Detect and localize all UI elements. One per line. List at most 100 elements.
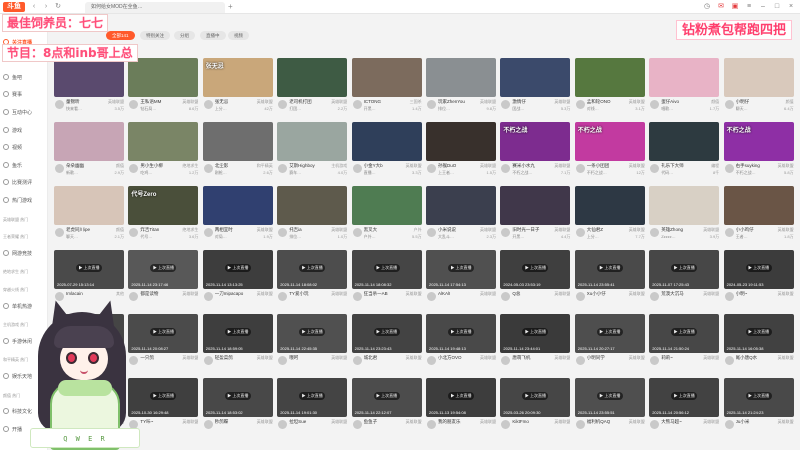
stream-thumbnail[interactable] — [202, 122, 273, 161]
stream-thumbnail[interactable] — [723, 58, 794, 97]
stream-card[interactable]: 托吉ia 英雄联盟 排位… 1.0万 — [277, 186, 348, 247]
stream-card[interactable]: 旧时光一日子 英雄联盟 开黑… 4.4万 — [500, 186, 571, 247]
sidebar-item[interactable]: 王者荣耀 热门 — [3, 231, 47, 242]
streamer-name[interactable]: 朵朵幽幽 — [66, 163, 102, 169]
stream-thumbnail[interactable] — [54, 186, 124, 225]
streamer-name[interactable]: 张无忌 — [215, 99, 251, 105]
streamer-avatar[interactable] — [427, 164, 436, 173]
stream-card[interactable]: ▶ 上次直播 2025-11-14 13:13:25 一刀mipacapo 英雄联盟 — [202, 250, 273, 311]
streamer-avatar[interactable] — [352, 292, 362, 301]
streamer-name[interactable]: 童锦昕 — [66, 99, 102, 105]
stream-card[interactable]: 艾斯Highboy 主机游戏 赛车… 4.0万 — [277, 122, 348, 183]
streamer-name[interactable]: 黑叉大 — [364, 227, 400, 233]
streamer-avatar[interactable] — [575, 356, 585, 365]
streamer-avatar[interactable] — [724, 100, 734, 109]
stream-card[interactable]: ▶ 上次直播 2025-11-07 17:25:43 荒漠大沉马 英雄联盟 — [649, 250, 720, 311]
stream-card[interactable]: 礼乐下大师 编程 代码… 8千 — [649, 122, 720, 183]
back-icon[interactable]: ‹ — [30, 3, 38, 11]
stream-card[interactable]: 不朽之战 赛米小水九 英雄联盟 不朽之战… 7.1万 — [500, 122, 571, 183]
stream-card[interactable]: 张无忌 张无忌 英雄联盟 上分… 42万 — [202, 58, 273, 119]
stream-thumbnail[interactable]: ▶ 上次直播 2025-11-14 23:17:46 — [128, 250, 199, 289]
streamer-avatar[interactable] — [575, 100, 585, 109]
stream-thumbnail[interactable]: ▶ 上次直播 2024-05-23 19:11:53 — [723, 250, 794, 289]
stream-thumbnail[interactable]: ▶ 上次直播 2025-11-14 21:50:24 — [649, 314, 720, 353]
gift-icon[interactable]: ▣ — [730, 2, 740, 12]
streamer-avatar[interactable] — [203, 228, 213, 237]
streamer-name[interactable]: 两相宜时 — [215, 227, 251, 233]
stream-card[interactable]: 男小生小柳 绝地求生 吃鸡… 1.2万 — [128, 122, 199, 183]
streamer-name[interactable]: TY咔~ — [140, 419, 176, 425]
streamer-avatar[interactable] — [501, 420, 511, 429]
stream-card[interactable]: ▶ 上次直播 2025-11-14 16:05:38 尾小唐Q水 英雄联盟 — [723, 314, 794, 375]
sidebar-item[interactable]: 赛事 — [3, 90, 47, 101]
sidebar-item[interactable]: 比赛测评 — [3, 178, 47, 189]
streamer-name[interactable]: 小北方OVO — [438, 355, 474, 361]
streamer-avatar[interactable] — [650, 356, 660, 365]
streamer-name[interactable]: 小明仔 — [736, 99, 772, 105]
streamer-avatar[interactable] — [650, 100, 660, 109]
stream-thumbnail[interactable] — [649, 58, 720, 97]
stream-thumbnail[interactable]: ▶ 上次直播 2025-11-07 17:25:43 — [649, 250, 720, 289]
streamer-name[interactable]: 孙猴DuO — [438, 163, 474, 169]
filter-tab[interactable]: 直播中 — [200, 31, 226, 40]
stream-thumbnail[interactable]: ▶ 上次直播 2025-11-14 23:55:51 — [574, 378, 645, 417]
streamer-avatar[interactable] — [203, 420, 213, 429]
streamer-name[interactable]: TY爱小玩 — [289, 291, 325, 297]
streamer-avatar[interactable] — [427, 100, 436, 109]
streamer-name[interactable]: 礼乐下大师 — [661, 163, 697, 169]
stream-card[interactable]: ▶ 上次直播 2024-05-03 23:53:19 Q总 英雄联盟 — [500, 250, 571, 311]
streamer-avatar[interactable] — [724, 292, 734, 301]
stream-card[interactable]: 激情仔 英雄联盟 团战… 5.3万 — [500, 58, 571, 119]
stream-thumbnail[interactable] — [277, 122, 348, 161]
stream-thumbnail[interactable]: 代号Zero — [128, 186, 199, 225]
filter-tab[interactable]: 特别关注 — [140, 31, 170, 40]
streamer-avatar[interactable] — [501, 356, 511, 365]
stream-thumbnail[interactable] — [649, 122, 720, 161]
stream-thumbnail[interactable]: 张无忌 — [202, 58, 273, 97]
streamer-avatar[interactable] — [575, 420, 585, 429]
stream-card[interactable]: 代号Zero 炸吉Titan 绝地求生 代号… 3.6万 — [128, 186, 199, 247]
stream-thumbnail[interactable] — [351, 186, 422, 225]
streamer-avatar[interactable] — [352, 420, 362, 429]
stream-thumbnail[interactable]: ▶ 上次直播 2025-11-14 18:53:02 — [202, 378, 273, 417]
sidebar-item[interactable]: 视频 — [3, 143, 47, 154]
stream-thumbnail[interactable]: ▶ 上次直播 2025-07-29 15:13:14 — [54, 250, 124, 289]
streamer-avatar[interactable] — [427, 356, 436, 365]
sidebar-item[interactable]: 游戏 — [3, 126, 47, 137]
streamer-avatar[interactable] — [129, 228, 139, 237]
streamer-avatar[interactable] — [501, 100, 511, 109]
streamer-name[interactable]: 小米说说 — [438, 227, 474, 233]
streamer-name[interactable]: ICTONG — [364, 99, 400, 105]
streamer-name[interactable]: 王私语MM — [140, 99, 176, 105]
streamer-avatar[interactable] — [650, 292, 660, 301]
streamer-avatar[interactable] — [203, 100, 213, 109]
streamer-name[interactable]: 轻盈菜鸽 — [215, 355, 251, 361]
streamer-avatar[interactable] — [427, 420, 436, 429]
stream-thumbnail[interactable]: ▶ 上次直播 2025-11-14 16:05:38 — [723, 314, 794, 353]
stream-thumbnail[interactable]: ▶ 上次直播 2025-11-14 17:54:13 — [426, 250, 496, 289]
streamer-name[interactable]: 尾小唐Q水 — [736, 355, 772, 361]
forward-icon[interactable]: › — [42, 3, 50, 11]
streamer-avatar[interactable] — [55, 164, 64, 173]
streamer-name[interactable]: 福利机QAQ — [587, 419, 623, 425]
streamer-name[interactable]: 小小鸡仔 — [736, 227, 772, 233]
streamer-name[interactable]: KiktFmo — [512, 419, 548, 425]
stream-card[interactable]: 小小鸡仔 英雄联盟 王者… 1.8万 — [723, 186, 794, 247]
streamer-name[interactable]: 鱼鱼子 — [364, 419, 400, 425]
filter-tab[interactable]: 全部141 — [106, 31, 135, 40]
stream-thumbnail[interactable] — [426, 122, 496, 161]
stream-thumbnail[interactable]: ▶ 上次直播 2025-11-14 23:44:01 — [500, 314, 571, 353]
stream-card[interactable]: 朵朵幽幽 颜值 新歌… 2.9万 — [54, 122, 124, 183]
stream-card[interactable]: ▶ 上次直播 2025-11-14 18:53:02 秒鸽蝶 英雄联盟 — [202, 378, 273, 439]
minimize-icon[interactable]: – — [758, 2, 768, 12]
streamer-name[interactable]: 男小生小柳 — [140, 163, 176, 169]
streamer-avatar[interactable] — [278, 292, 288, 301]
stream-card[interactable]: 王私语MM 英雄联盟 钻石局… 8.6万 — [128, 58, 199, 119]
stream-card[interactable]: ▶ 上次直播 2025-11-14 21:50:24 莉莉~ 英雄联盟 — [649, 314, 720, 375]
streamer-name[interactable]: 老虎同川ipe — [66, 227, 102, 233]
streamer-avatar[interactable] — [650, 228, 660, 237]
streamer-name[interactable]: 英雄Zhong — [661, 227, 697, 233]
streamer-avatar[interactable] — [278, 420, 288, 429]
stream-card[interactable]: ▶ 上次直播 2025-11-14 22:45:35 哦呵 英雄联盟 — [277, 314, 348, 375]
streamer-name[interactable]: 旧时光一日子 — [512, 227, 548, 233]
